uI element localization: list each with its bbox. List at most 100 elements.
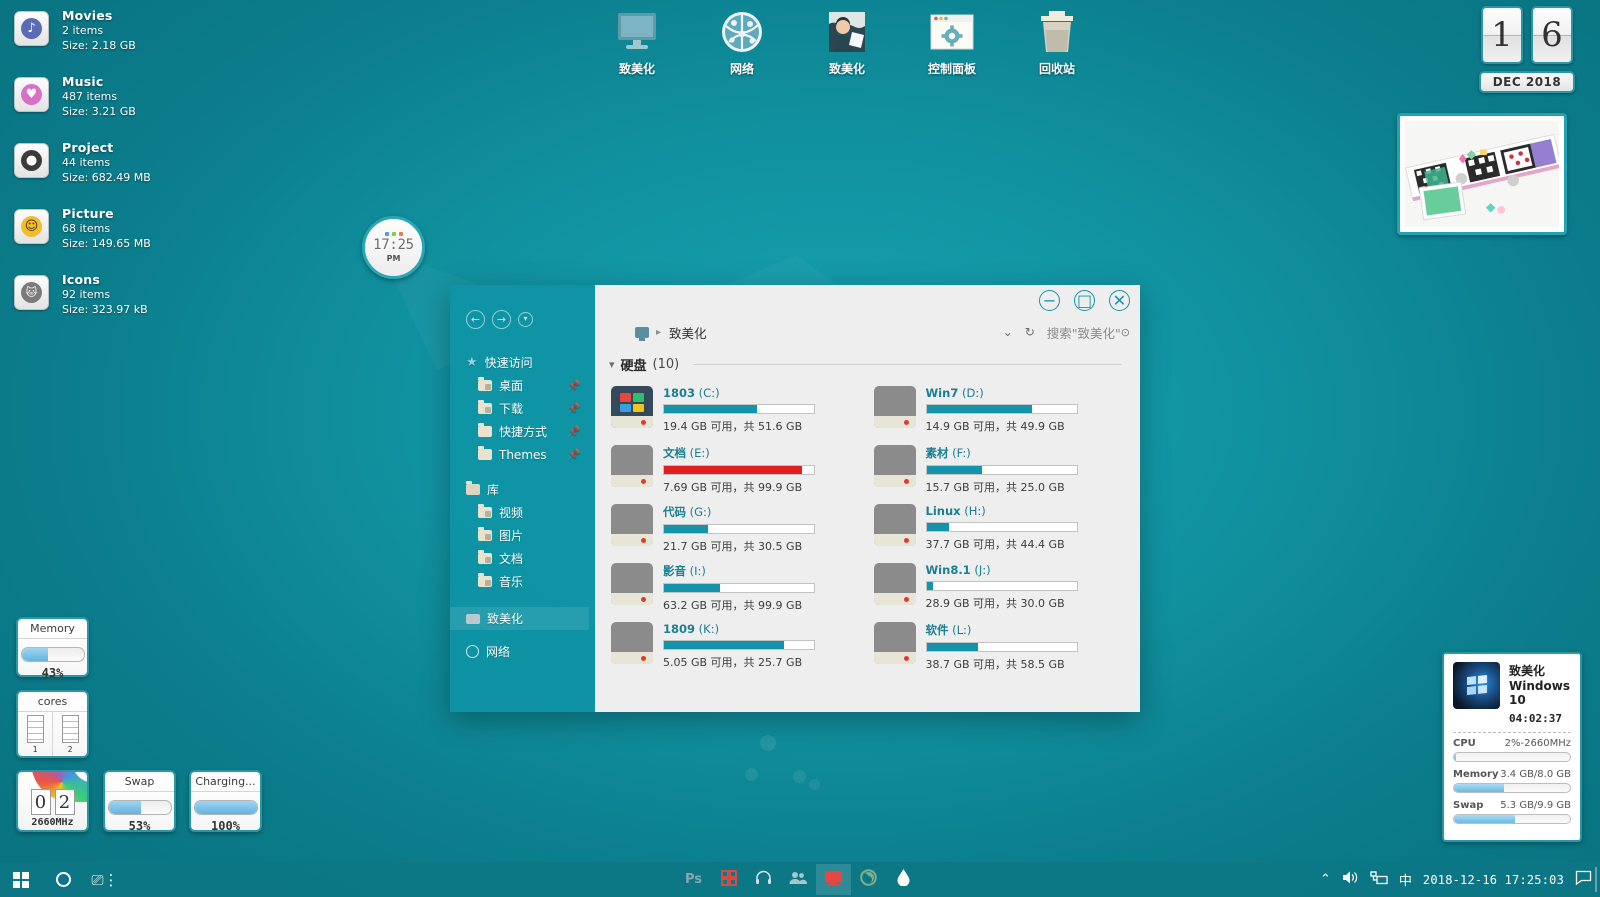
drive-item-c[interactable]: 1803 (C:) 19.4 GB 可用，共 51.6 GB [611, 384, 864, 443]
sidebar-item-label: 快捷方式 [499, 425, 548, 439]
pin-icon[interactable]: 📌 [567, 425, 581, 438]
sidebar-item-shortcuts[interactable]: 快捷方式 📌 [466, 420, 589, 443]
flip-date-widget[interactable]: 1 6 DEC 2018 [1474, 6, 1580, 93]
sidebar-item-downloads[interactable]: 下载 📌 [466, 397, 589, 420]
folder-icon [478, 446, 492, 460]
list-item[interactable]: ● Project 44 items Size: 682.49 MB [14, 140, 244, 184]
sidebar-item-network[interactable]: 网络 [466, 640, 589, 663]
collapse-chevron-icon[interactable]: ▾ [609, 358, 615, 371]
pin-icon[interactable]: 📌 [567, 379, 581, 392]
photo-frame-widget[interactable] [1397, 113, 1567, 235]
desktop-icon-label: 致美化 [618, 62, 655, 76]
task-view-icon: ⎚⋮ [91, 870, 119, 889]
close-button[interactable]: ✕ [1109, 290, 1130, 311]
list-item[interactable]: ☺ Picture 68 items Size: 149.65 MB [14, 206, 244, 250]
desktop-icon-user[interactable]: 致美化 [810, 6, 884, 77]
drive-letter: (L:) [952, 623, 972, 637]
cores-gauge-widget[interactable]: cores 1 2 [16, 690, 89, 758]
smiley-icon: ☺ [14, 209, 49, 244]
forward-icon[interactable]: → [492, 309, 511, 329]
maximize-button[interactable]: □ [1074, 290, 1095, 311]
taskbar-clock[interactable]: 2018-12-16 17:25:03 [1423, 873, 1564, 887]
sidebar-item-label: 文档 [499, 552, 524, 566]
sidebar-item-themes[interactable]: Themes 📌 [466, 443, 589, 466]
sidebar-item-desktop[interactable]: 桌面 📌 [466, 374, 589, 397]
taskbar-app-qr[interactable] [711, 864, 746, 895]
drive-item-d[interactable]: Win7 (D:) 14.9 GB 可用，共 49.9 GB [873, 384, 1127, 443]
pin-icon[interactable]: 📌 [567, 448, 581, 461]
sidebar-item-library[interactable]: 库 [466, 478, 589, 501]
this-pc-monitor-icon [600, 6, 674, 58]
memory-gauge-widget[interactable]: Memory 43% [16, 617, 89, 680]
monitor-icon [466, 613, 480, 624]
system-info-widget[interactable]: 致美化 Windows 10 04:02:37 CPU 2%-2660MHz M… [1442, 652, 1582, 842]
taskbar-app-headphones[interactable] [746, 864, 781, 895]
drive-name: Linux [925, 504, 961, 518]
volume-icon[interactable] [1342, 870, 1359, 889]
memory-gauge-title: Memory [18, 619, 87, 639]
drive-item-j[interactable]: Win8.1 (J:) 28.9 GB 可用，共 30.0 GB [873, 561, 1127, 620]
task-view-button[interactable]: ⎚⋮ [84, 862, 126, 897]
clock-widget[interactable]: 17:25 PM [362, 216, 425, 279]
sysinfo-os: Windows 10 [1509, 679, 1570, 707]
sidebar-item-videos[interactable]: 视频 [466, 501, 589, 524]
battery-gauge-widget[interactable]: Charging... 100% [189, 770, 262, 833]
network-tray-icon[interactable] [1370, 870, 1388, 889]
list-item[interactable]: ♥ Music 487 items Size: 3.21 GB [14, 74, 244, 118]
taskbar-app-file-explorer[interactable] [816, 864, 851, 895]
drive-name: 软件 [925, 623, 949, 637]
options-icon[interactable]: ⊙ [1121, 326, 1130, 339]
desktop-icon-network[interactable]: 网络 [705, 6, 779, 77]
pin-icon[interactable]: 📌 [567, 402, 581, 415]
list-item[interactable]: ♪ Movies 2 items Size: 2.18 GB [14, 8, 244, 52]
ime-indicator[interactable]: 中 [1399, 870, 1412, 889]
qr-app-icon [720, 869, 737, 890]
folder-size: Size: 2.18 GB [62, 39, 136, 52]
taskbar-app-chrome[interactable] [851, 864, 886, 895]
drive-free-space: 38.7 GB 可用，共 58.5 GB [925, 658, 1065, 671]
swap-gauge-widget[interactable]: Swap 53% [103, 770, 176, 833]
drive-item-k[interactable]: 1809 (K:) 5.05 GB 可用，共 25.7 GB [611, 620, 864, 679]
drive-item-h[interactable]: Linux (H:) 37.7 GB 可用，共 44.4 GB [873, 502, 1127, 561]
recent-locations-chevron-icon[interactable]: ▾ [518, 311, 533, 327]
drive-item-i[interactable]: 影音 (I:) 63.2 GB 可用，共 99.9 GB [611, 561, 864, 620]
search-button[interactable] [42, 862, 84, 897]
list-item[interactable]: 🐱 Icons 92 items Size: 323.97 kB [14, 272, 244, 316]
taskbar-app-rainmeter[interactable] [886, 864, 921, 895]
tray-chevron-up-icon[interactable]: ⌃ [1320, 872, 1331, 887]
breadcrumb[interactable]: 致美化 [669, 323, 707, 342]
desktop-icon-this-pc[interactable]: 致美化 [600, 6, 674, 77]
sidebar-item-documents[interactable]: 文档 [466, 547, 589, 570]
back-icon[interactable]: ← [466, 309, 485, 329]
show-desktop-button[interactable] [1595, 867, 1597, 892]
folder-name: Picture [62, 206, 114, 221]
sidebar-item-quick-access[interactable]: ★ 快速访问 [466, 351, 589, 374]
group-header[interactable]: ▾ 硬盘 (10) [595, 348, 1140, 374]
address-bar[interactable]: ▸ 致美化 ⌄ ↻ 搜索"致美化" ⊙ [595, 316, 1140, 348]
refresh-icon[interactable]: ↻ [1025, 325, 1035, 339]
sidebar-item-pictures[interactable]: 图片 [466, 524, 589, 547]
drive-name: Win7 [925, 386, 959, 400]
drive-letter: (I:) [689, 564, 706, 578]
taskbar-app-people[interactable] [781, 864, 816, 895]
drive-free-space: 19.4 GB 可用，共 51.6 GB [663, 420, 803, 433]
search-input[interactable]: 搜索"致美化" [1047, 323, 1121, 342]
drive-item-e[interactable]: 文档 (E:) 7.69 GB 可用，共 99.9 GB [611, 443, 864, 502]
chevron-down-icon[interactable]: ⌄ [1003, 325, 1013, 339]
cpu-gauge-widget[interactable]: 0 2 2660MHz [16, 770, 89, 832]
drive-item-g[interactable]: 代码 (G:) 21.7 GB 可用，共 30.5 GB [611, 502, 864, 561]
minimize-button[interactable]: − [1039, 290, 1060, 311]
sidebar-item-this-pc[interactable]: 致美化 [450, 607, 589, 630]
drive-letter: (K:) [698, 622, 720, 636]
file-explorer-window[interactable]: ← → ▾ ★ 快速访问 桌面 📌 下载 📌 快捷方式 📌 Themes 📌 库… [450, 285, 1140, 712]
desktop-icon-recycle-bin[interactable]: 回收站 [1020, 6, 1094, 77]
start-button[interactable] [0, 862, 42, 897]
desktop-icon-control-panel[interactable]: 控制面板 [915, 6, 989, 77]
drive-item-l[interactable]: 软件 (L:) 38.7 GB 可用，共 58.5 GB [873, 620, 1127, 679]
taskbar-app-photoshop[interactable]: Ps [676, 864, 711, 895]
core-column: 2 [52, 712, 87, 756]
drive-name: Win8.1 [925, 563, 971, 577]
sidebar-item-music[interactable]: 音乐 [466, 570, 589, 593]
drive-item-f[interactable]: 素材 (F:) 15.7 GB 可用，共 25.0 GB [873, 443, 1127, 502]
action-center-icon[interactable] [1575, 870, 1592, 889]
